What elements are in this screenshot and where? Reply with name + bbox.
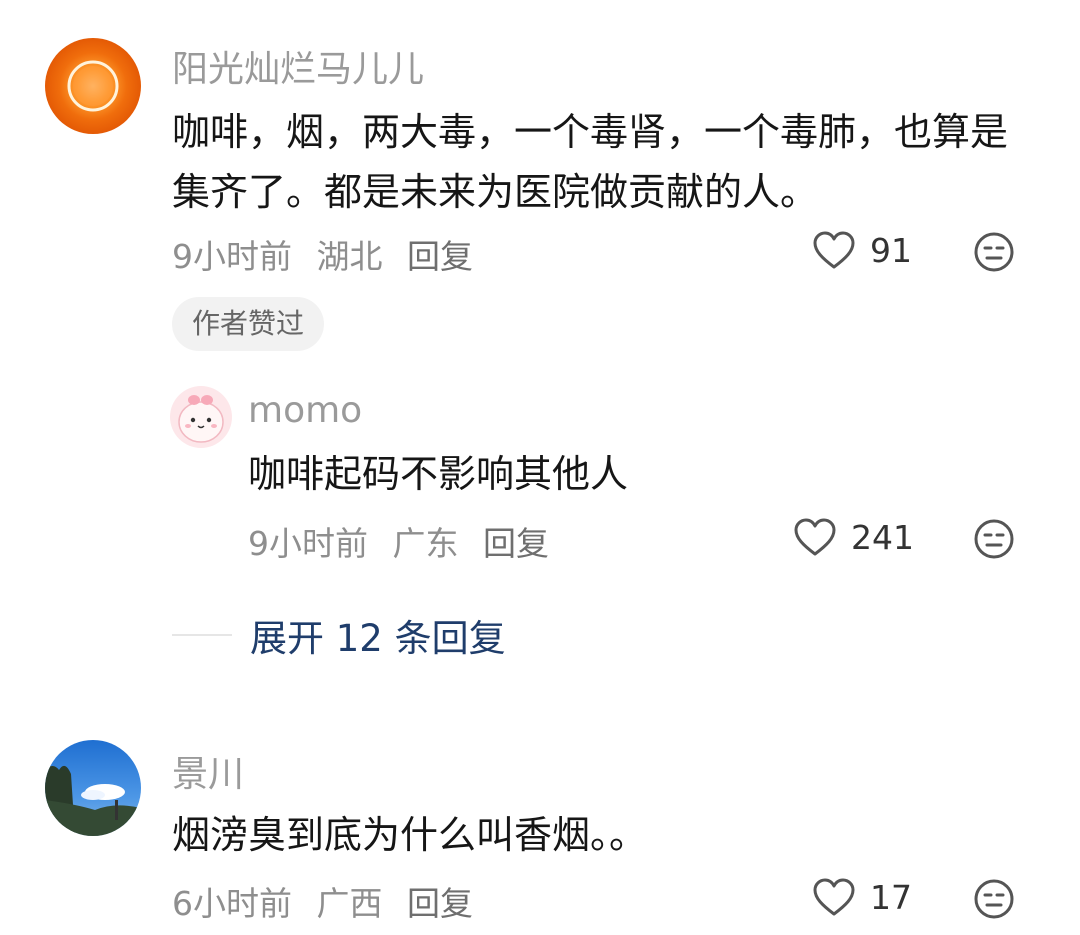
reply-button[interactable]: 回复 [407,237,473,276]
dislike-button[interactable] [973,231,1015,277]
like-count: 91 [870,230,912,270]
expand-replies-button[interactable]: 展开 12 条回复 [172,608,506,662]
timestamp: 9小时前 [248,524,368,563]
location: 广西 [316,884,383,923]
timestamp: 6小时前 [172,884,292,923]
like-button[interactable]: 91 [812,230,912,270]
like-button[interactable]: 17 [812,877,912,917]
like-count: 17 [870,877,912,917]
timestamp: 9小时前 [172,237,292,276]
username[interactable]: momo [248,390,362,431]
comment-text: 烟滂臭到底为什么叫香烟。。 [172,813,648,857]
username[interactable]: 景川 [172,745,244,797]
comment-item: 阳光灿烂马儿儿 咖啡，烟，两大毒，一个毒肾，一个毒肺，也算是集齐了。都是未来为医… [0,0,1080,700]
comment-meta: 9小时前 湖北 回复 [172,230,487,278]
avatar[interactable] [45,740,141,836]
avatar[interactable] [45,38,141,134]
neutral-face-icon [974,519,1014,559]
like-count: 241 [851,517,914,557]
username[interactable]: 阳光灿烂马儿儿 [172,40,424,92]
location: 湖北 [316,237,383,276]
reply-button[interactable]: 回复 [407,884,473,923]
dislike-button[interactable] [973,518,1015,564]
heart-outline-icon [794,518,836,556]
divider [172,634,232,636]
expand-replies-label: 展开 12 条回复 [250,617,506,660]
location: 广东 [392,524,459,563]
heart-outline-icon [813,231,855,269]
author-liked-badge: 作者赞过 [172,297,325,351]
dislike-button[interactable] [973,878,1015,924]
avatar[interactable] [170,386,232,448]
reply-text: 咖啡起码不影响其他人 [248,452,629,496]
neutral-face-icon [974,879,1014,919]
neutral-face-icon [974,232,1014,272]
heart-outline-icon [813,878,855,916]
reply-meta: 9小时前 广东 回复 [248,517,563,565]
comment-text: 咖啡，烟，两大毒，一个毒肾，一个毒肺，也算是集齐了。都是未来为医院做贡献的人。 [172,110,1009,214]
reply-button[interactable]: 回复 [483,524,549,563]
comment-meta: 6小时前 广西 回复 [172,877,487,925]
like-button[interactable]: 241 [793,517,914,557]
